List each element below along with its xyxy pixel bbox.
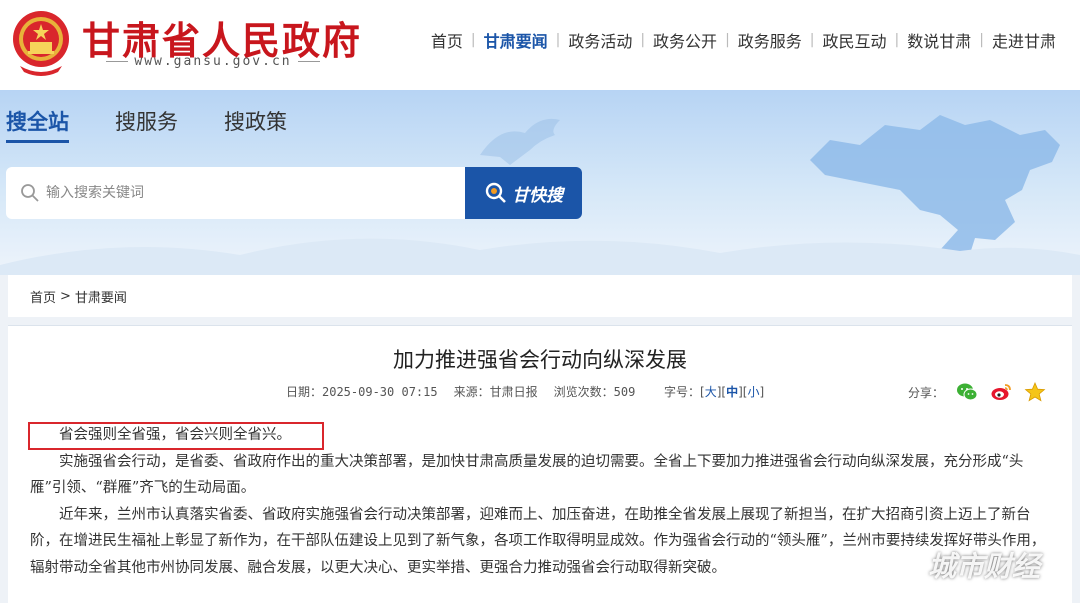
breadcrumb-current[interactable]: 甘肃要闻 [75,287,127,306]
font-size-small[interactable]: 小 [747,385,759,399]
search-button-label: 甘快搜 [512,185,563,206]
font-size-medium[interactable]: 中 [726,385,738,399]
breadcrumb-separator: > [60,288,71,304]
search-icon [485,182,506,203]
favorite-star-icon[interactable] [1024,382,1046,402]
nav-item-government-activities[interactable]: 政务活动 [560,28,640,52]
wechat-icon[interactable] [956,382,978,402]
nav-item-government-services[interactable]: 政务服务 [730,28,810,52]
nav-item-home[interactable]: 首页 [423,28,471,52]
article-paragraph: 近年来，兰州市认真落实省委、省政府实施强省会行动决策部署，迎难而上、加压奋进，在… [30,506,1046,576]
tab-search-all[interactable]: 搜全站 [6,106,69,143]
tab-search-services[interactable]: 搜服务 [115,106,178,143]
highlight-annotation-box [28,422,324,450]
site-header: 甘肃省人民政府 www.gansu.gov.cn 首页 | 甘肃要闻 | 政务活… [0,0,1080,90]
search-tabs: 搜全站 搜服务 搜政策 [6,106,333,143]
breadcrumb-home[interactable]: 首页 [30,287,56,306]
galloping-horse-icon [480,118,560,165]
article: 加力推进强省会行动向纵深发展 日期：2025-09-30 07:15 来源：甘肃… [8,325,1072,603]
breadcrumb: 首页 > 甘肃要闻 [8,275,1072,317]
search-input[interactable] [46,185,446,201]
site-url: www.gansu.gov.cn [82,54,344,69]
article-source: 来源：甘肃日报 [453,385,538,399]
hills-decoration [0,238,1080,275]
watermark: 城市财经 [928,550,1041,583]
search-icon [21,184,39,202]
nav-item-gansu-data[interactable]: 数说甘肃 [899,28,979,52]
nav-item-government-disclosure[interactable]: 政务公开 [645,28,725,52]
weibo-icon[interactable] [990,382,1012,402]
share-label: 分享： [908,385,945,400]
national-emblem-icon[interactable] [10,6,72,76]
search-banner: 搜全站 搜服务 搜政策 甘快搜 [0,90,1080,275]
article-meta: 日期：2025-09-30 07:15 来源：甘肃日报 浏览次数：509 [286,383,635,400]
nav-item-gansu-news[interactable]: 甘肃要闻 [476,28,556,52]
article-paragraph: 实施强省会行动，是省委、省政府作出的重大决策部署，是加快甘肃高质量发展的迫切需要… [30,453,1024,497]
top-navigation: 首页 | 甘肃要闻 | 政务活动 | 政务公开 | 政务服务 | 政民互动 | … [423,28,1064,52]
font-size-control: 字号：[大][中][小] [664,385,765,399]
article-title: 加力推进强省会行动向纵深发展 [393,348,687,372]
search-button[interactable]: 甘快搜 [465,167,582,219]
font-size-large[interactable]: 大 [705,385,717,399]
share-bar: 分享： [908,382,1046,402]
font-size-label: 字号： [664,385,701,399]
nav-item-public-interaction[interactable]: 政民互动 [815,28,895,52]
tab-search-policies[interactable]: 搜政策 [224,106,287,143]
nav-item-about-gansu[interactable]: 走进甘肃 [984,28,1064,52]
article-date: 日期：2025-09-30 07:15 [286,385,438,399]
article-views: 浏览次数：509 [553,385,636,399]
search-box [6,167,466,219]
